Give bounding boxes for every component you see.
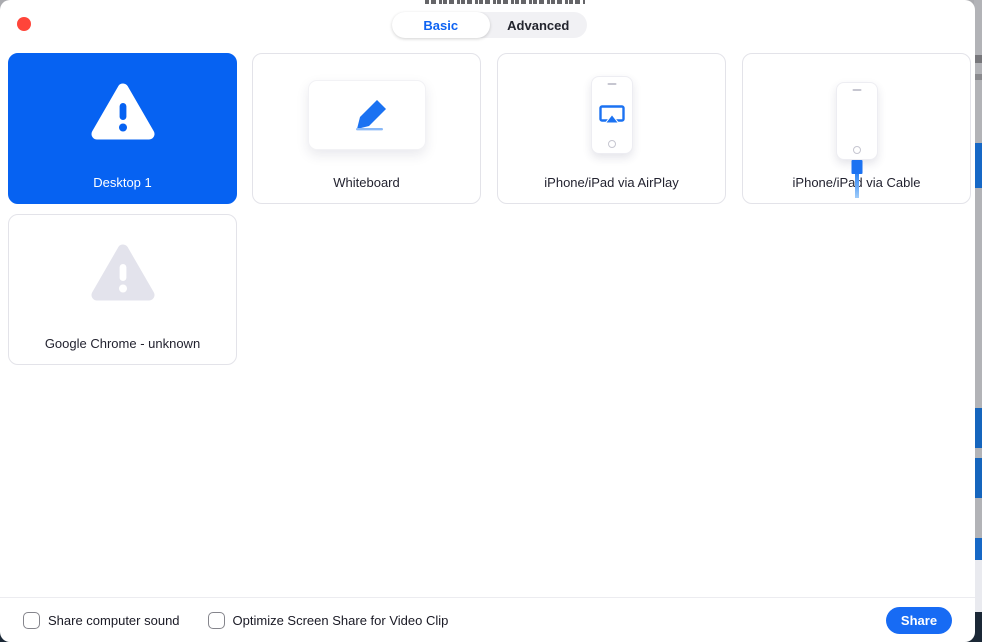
background-edge-strip xyxy=(974,0,982,612)
share-source-whiteboard[interactable]: Whiteboard xyxy=(252,53,481,204)
background-fragment xyxy=(974,143,982,188)
warning-triangle-icon xyxy=(90,81,156,148)
cable-line xyxy=(854,174,859,198)
tab-advanced[interactable]: Advanced xyxy=(490,12,588,38)
tab-basic[interactable]: Basic xyxy=(392,12,490,38)
optimize-video-clip-checkbox[interactable] xyxy=(207,611,225,629)
share-button[interactable]: Share xyxy=(886,607,952,634)
share-computer-sound-label: Share computer sound xyxy=(48,612,180,628)
share-screen-dialog: Basic Advanced Desktop 1 Whiteboard iPho… xyxy=(0,0,975,642)
background-fragment xyxy=(974,458,982,498)
optimize-video-clip-label: Optimize Screen Share for Video Clip xyxy=(232,612,449,628)
tile-label: Desktop 1 xyxy=(93,175,152,190)
phone-home-button xyxy=(607,139,616,148)
cable-plug xyxy=(851,160,862,174)
tile-label: iPhone/iPad via AirPlay xyxy=(544,175,679,190)
window-title-clipped xyxy=(425,0,585,4)
share-source-iphone-airplay[interactable]: iPhone/iPad via AirPlay xyxy=(497,53,726,204)
background-fragment xyxy=(974,560,982,612)
tile-label: Google Chrome - unknown xyxy=(44,336,201,351)
footer-bar: Share computer sound Optimize Screen Sha… xyxy=(0,598,975,642)
share-mode-tabs: Basic Advanced xyxy=(392,12,587,38)
tile-label: Whiteboard xyxy=(333,175,400,190)
share-computer-sound-checkbox[interactable] xyxy=(23,611,40,629)
warning-triangle-gray-icon xyxy=(90,242,156,309)
background-fragment xyxy=(974,74,982,80)
phone-home-button xyxy=(852,146,861,154)
share-source-iphone-cable[interactable]: iPhone/iPad via Cable xyxy=(742,53,971,204)
phone-airplay-icon xyxy=(590,75,633,154)
phone-speaker xyxy=(852,89,861,91)
share-source-desktop-1[interactable]: Desktop 1 xyxy=(8,53,237,204)
background-fragment xyxy=(974,55,982,63)
whiteboard-icon xyxy=(307,79,426,150)
share-source-google-chrome[interactable]: Google Chrome - unknown xyxy=(8,214,237,365)
background-fragment xyxy=(974,538,982,560)
close-window-button[interactable] xyxy=(17,17,31,31)
background-fragment xyxy=(974,408,982,448)
phone-speaker xyxy=(607,82,616,85)
phone-cable-icon xyxy=(835,82,878,198)
